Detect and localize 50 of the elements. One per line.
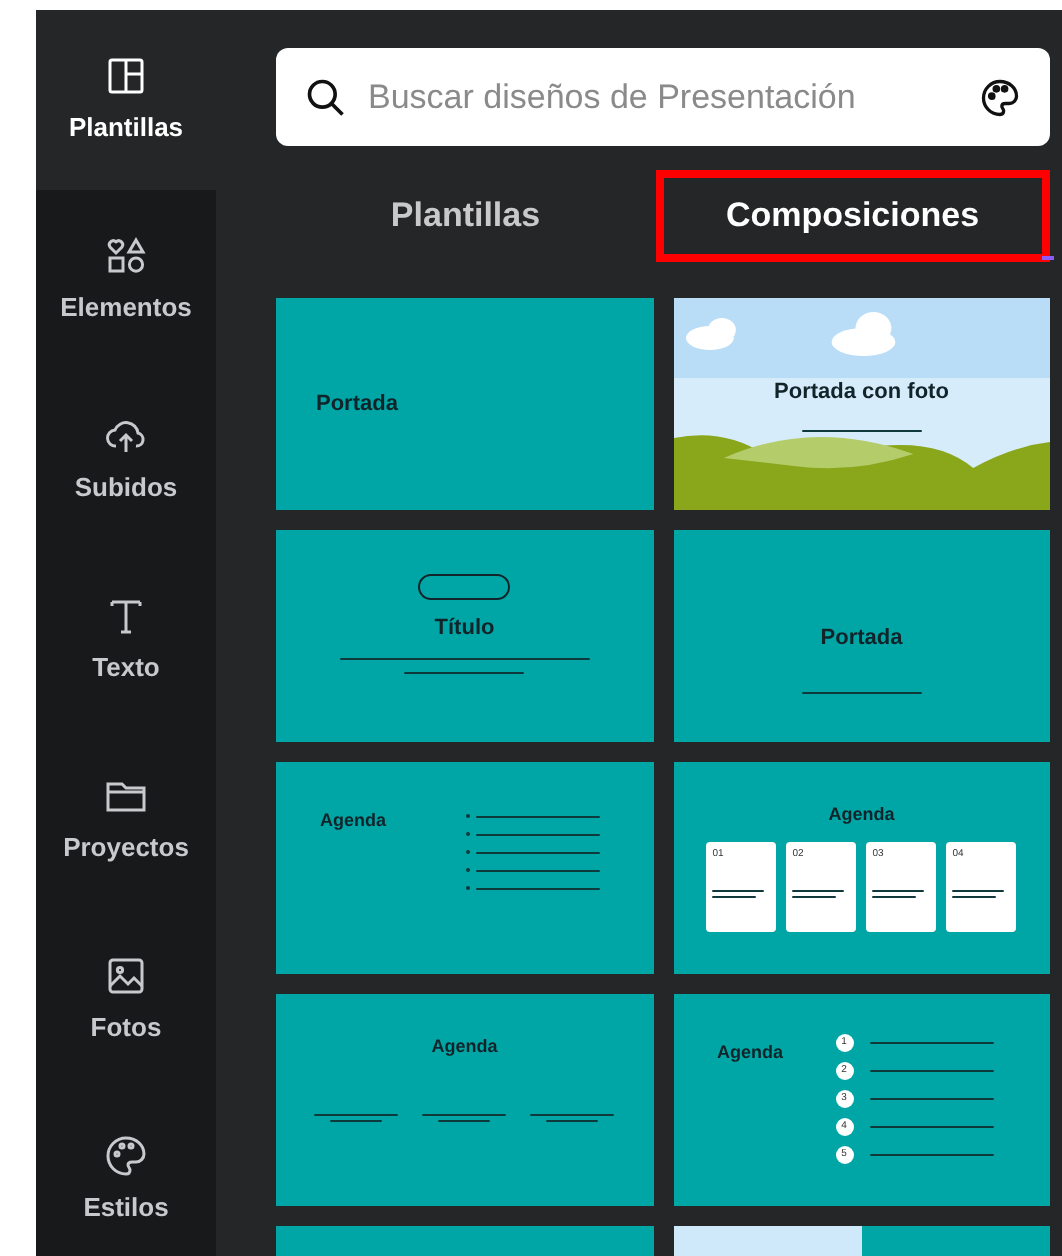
text-line bbox=[476, 869, 601, 871]
text-line bbox=[712, 890, 765, 892]
search-field[interactable]: Buscar diseños de Presentación bbox=[276, 48, 1050, 146]
slide-title: Agenda bbox=[320, 810, 387, 834]
text-line bbox=[872, 896, 917, 898]
text-line bbox=[476, 833, 601, 835]
text-line bbox=[476, 851, 601, 853]
text-line bbox=[712, 896, 757, 898]
search-icon bbox=[304, 75, 348, 119]
template-card[interactable]: Portada bbox=[673, 530, 1050, 742]
text-line bbox=[952, 896, 997, 898]
slide-title: Portada bbox=[820, 624, 903, 654]
pill-outline bbox=[418, 574, 511, 600]
tab[interactable]: Plantillas bbox=[276, 170, 655, 262]
text-line bbox=[438, 1119, 491, 1121]
text-line bbox=[530, 1113, 615, 1115]
slide-title: Agenda bbox=[431, 1034, 498, 1060]
text-line bbox=[869, 1042, 994, 1044]
template-card[interactable]: Título bbox=[276, 530, 653, 742]
search-input[interactable]: Buscar diseños de Presentación bbox=[368, 71, 958, 123]
slide-title: Título bbox=[434, 614, 495, 644]
text-line bbox=[546, 1119, 599, 1121]
template-card[interactable]: Portada bbox=[276, 298, 653, 510]
text-line bbox=[801, 429, 922, 432]
template-card[interactable]: Agenda bbox=[276, 994, 653, 1206]
text-line bbox=[330, 1119, 383, 1121]
text-line bbox=[872, 890, 925, 892]
text-line bbox=[476, 815, 601, 817]
slide-title: Portada bbox=[316, 389, 398, 420]
template-card[interactable]: Agenda bbox=[276, 762, 653, 974]
template-card[interactable]: Portada con foto bbox=[673, 298, 1050, 510]
palette-icon bbox=[102, 1132, 150, 1181]
palette-icon[interactable] bbox=[978, 75, 1022, 119]
tab[interactable]: Composiciones bbox=[655, 170, 1050, 262]
text-line bbox=[869, 1070, 994, 1072]
sidebar-item[interactable]: Plantillas bbox=[36, 10, 216, 190]
text-line bbox=[869, 1126, 994, 1128]
slide-title: Portada con foto bbox=[774, 378, 949, 409]
text-line bbox=[404, 671, 525, 673]
text-line bbox=[476, 887, 601, 889]
slide-title: Agenda bbox=[828, 802, 895, 828]
text-line bbox=[422, 1113, 507, 1115]
slide-title: Agenda bbox=[717, 1042, 784, 1066]
text-line bbox=[792, 890, 845, 892]
text-line bbox=[792, 896, 837, 898]
text-line bbox=[869, 1098, 994, 1100]
text-line bbox=[801, 691, 922, 693]
text-line bbox=[952, 890, 1005, 892]
text-line bbox=[869, 1154, 994, 1156]
text-line bbox=[314, 1113, 399, 1115]
